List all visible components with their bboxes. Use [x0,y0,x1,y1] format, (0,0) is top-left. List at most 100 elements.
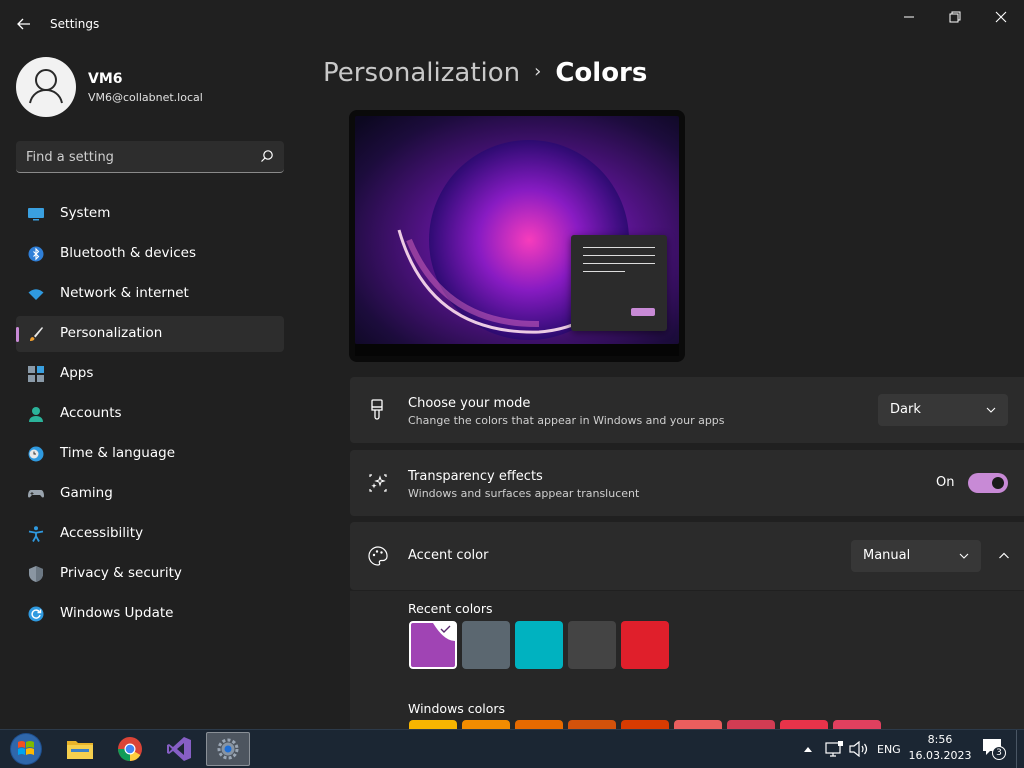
sidebar-item-windows-update[interactable]: Windows Update [16,596,284,632]
windows-color-swatch[interactable] [674,720,722,729]
recent-color-swatch[interactable] [515,621,563,669]
search-input[interactable] [26,147,246,167]
sidebar-item-label: Gaming [60,485,113,501]
network-icon[interactable] [825,741,843,757]
update-icon [28,606,44,622]
mode-dropdown[interactable]: Dark [878,394,1008,426]
windows-color-swatch[interactable] [515,720,563,729]
recent-color-swatch[interactable] [462,621,510,669]
visual-studio-icon [167,737,191,761]
transparency-title: Transparency effects [408,469,543,484]
sidebar-item-accessibility[interactable]: Accessibility [16,516,284,552]
selected-check-icon [433,623,455,641]
avatar [16,57,76,117]
toggle-knob [992,477,1004,489]
restore-button[interactable] [932,4,978,30]
minimize-button[interactable] [886,4,932,30]
sidebar-item-privacy-security[interactable]: Privacy & security [16,556,284,592]
transparency-state-label: On [936,475,955,490]
mode-title: Choose your mode [408,396,531,411]
transparency-setting-card: Transparency effects Windows and surface… [350,450,1024,516]
breadcrumb-parent-link[interactable]: Personalization [323,58,520,88]
transparency-description: Windows and surfaces appear translucent [408,487,640,500]
wifi-icon [28,289,44,300]
accent-title: Accent color [408,548,489,563]
bluetooth-icon [28,246,44,262]
back-button[interactable] [14,14,34,34]
show-hidden-icons-icon[interactable] [803,745,813,753]
recent-color-swatch[interactable] [409,621,457,669]
taskbar-visual-studio[interactable] [157,732,201,766]
sidebar-item-bluetooth[interactable]: Bluetooth & devices [16,236,284,272]
clock-globe-icon [28,446,44,462]
show-desktop-button[interactable] [1016,730,1024,768]
file-explorer-icon [67,741,93,759]
volume-icon[interactable] [849,741,869,757]
close-button[interactable] [978,4,1024,30]
system-tray: ENG [803,730,901,768]
windows-color-swatch[interactable] [727,720,775,729]
taskbar-chrome[interactable] [108,732,152,766]
taskbar-settings-active[interactable] [206,732,250,766]
windows-color-swatch[interactable] [833,720,881,729]
recent-color-swatch[interactable] [568,621,616,669]
windows-color-swatch[interactable] [409,720,457,729]
windows-color-swatch[interactable] [780,720,828,729]
windows-color-swatch[interactable] [462,720,510,729]
recent-colors-label: Recent colors [408,601,493,616]
paintbrush-icon [371,399,383,420]
chevron-down-icon [986,407,996,413]
search-box[interactable] [16,141,284,173]
start-orb-icon [10,733,42,765]
sidebar-item-label: Accessibility [60,525,144,541]
settings-app-icon [217,738,239,760]
sparkle-icon [369,474,387,492]
clock-date: 16.03.2023 [908,749,972,762]
start-button[interactable] [4,732,48,766]
sidebar-item-apps[interactable]: Apps [16,356,284,392]
sidebar-item-accounts[interactable]: Accounts [16,396,284,432]
clock[interactable]: 8:56 16.03.2023 [905,732,975,764]
language-indicator[interactable]: ENG [877,743,901,756]
windows-color-swatch[interactable] [568,720,616,729]
brush-icon [30,327,43,341]
taskbar: ENG 8:56 16.03.2023 3 [0,729,1024,768]
sidebar-item-system[interactable]: System [16,196,284,232]
gamepad-icon [28,490,44,498]
active-indicator [16,327,19,342]
sidebar-item-label: Accounts [60,405,122,421]
apps-icon [28,366,44,382]
action-center-button[interactable]: 3 [982,738,1006,760]
sidebar-item-label: System [60,205,111,221]
sidebar-item-gaming[interactable]: Gaming [16,476,284,512]
chrome-icon [117,737,142,761]
restore-icon [949,11,961,23]
collapse-accent-button[interactable] [988,540,1020,572]
chevron-up-icon [999,552,1009,559]
preview-accent-button [631,308,655,316]
sidebar-item-personalization[interactable]: Personalization [16,316,284,352]
accent-dropdown[interactable]: Manual [851,540,981,572]
preview-window-mockup [571,235,667,331]
profile-name: VM6 [88,71,123,87]
sidebar-item-time-language[interactable]: Time & language [16,436,284,472]
palette-icon [368,546,388,566]
mode-setting-card: Choose your mode Change the colors that … [350,377,1024,443]
sidebar-nav: System Bluetooth & devices Network & int… [16,196,284,636]
chevron-down-icon [959,553,969,559]
windows-colors-label: Windows colors [408,701,506,716]
app-title: Settings [50,17,100,31]
notification-count-badge: 3 [992,746,1006,760]
title-bar: Settings [0,0,1024,48]
recent-color-swatch[interactable] [621,621,669,669]
sidebar-item-label: Bluetooth & devices [60,245,197,261]
sidebar-item-label: Apps [60,365,94,381]
sidebar-item-network[interactable]: Network & internet [16,276,284,312]
profile-email: VM6@collabnet.local [88,91,203,104]
close-icon [995,11,1007,23]
windows-color-swatch[interactable] [621,720,669,729]
accessibility-icon [28,526,44,542]
taskbar-file-explorer[interactable] [58,732,102,766]
transparency-toggle[interactable] [968,473,1008,493]
sidebar-item-label: Privacy & security [60,565,182,581]
